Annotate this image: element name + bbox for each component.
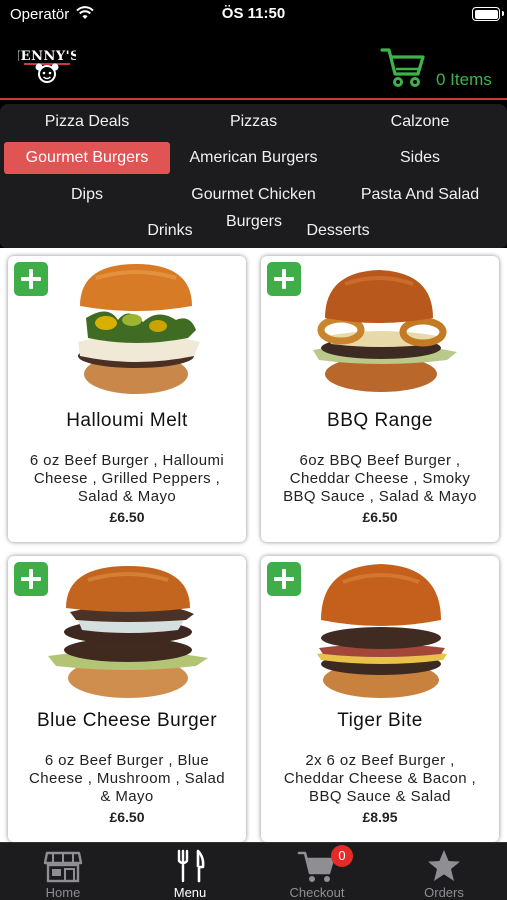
category-american-burgers[interactable]: American Burgers [175, 142, 332, 174]
product-card[interactable]: BBQ Range 6oz BBQ Beef Burger , Cheddar … [261, 256, 499, 542]
product-price: £8.95 [362, 809, 398, 825]
clock: ÖS 11:50 [221, 5, 286, 22]
category-gourmet-burgers[interactable]: Gourmet Burgers [4, 142, 170, 174]
tab-label: Orders [424, 885, 464, 900]
add-to-cart-button[interactable] [14, 562, 48, 596]
battery-icon [472, 7, 504, 21]
cart-item-count[interactable]: 0 Items [436, 70, 492, 90]
category-pizza-deals[interactable]: Pizza Deals [10, 106, 164, 138]
cart-icon[interactable] [380, 44, 426, 90]
product-price: £6.50 [362, 509, 398, 525]
app-header: JENNY'S 0 Items [0, 30, 507, 100]
product-card[interactable]: Halloumi Melt 6 oz Beef Burger , Halloum… [8, 256, 246, 542]
tab-bar: Home Menu 0 Checkout Orders [0, 842, 507, 900]
product-description: 6 oz Beef Burger , Halloumi Cheese , Gri… [29, 452, 225, 505]
product-description: 2x 6 oz Beef Burger , Cheddar Cheese & B… [283, 752, 477, 805]
tab-home[interactable]: Home [0, 843, 126, 900]
tab-label: Menu [173, 885, 207, 900]
category-pasta-and-salad[interactable]: Pasta And Salad [342, 179, 498, 211]
category-desserts[interactable]: Desserts [298, 215, 378, 247]
product-name: Halloumi Melt [66, 410, 188, 431]
add-to-cart-button[interactable] [267, 562, 301, 596]
tab-menu[interactable]: Menu [127, 843, 253, 900]
tab-orders[interactable]: Orders [381, 843, 507, 900]
product-name: Tiger Bite [337, 710, 423, 731]
category-pizzas[interactable]: Pizzas [175, 106, 332, 138]
category-menu: Pizza Deals Pizzas Calzone Gourmet Burge… [0, 104, 507, 248]
category-sides[interactable]: Sides [342, 142, 498, 174]
product-price: £6.50 [109, 509, 145, 525]
product-name: BBQ Range [327, 410, 433, 431]
product-grid: Halloumi Melt 6 oz Beef Burger , Halloum… [0, 248, 507, 842]
store-icon [43, 851, 83, 883]
product-description: 6oz BBQ Beef Burger , Cheddar Cheese , S… [283, 452, 477, 505]
category-dips[interactable]: Dips [10, 179, 164, 211]
tab-label: Home [45, 885, 81, 900]
status-bar: Operatör ÖS 11:50 [0, 0, 507, 30]
product-card[interactable]: Tiger Bite 2x 6 oz Beef Burger , Cheddar… [261, 556, 499, 842]
product-card[interactable]: Blue Cheese Burger 6 oz Beef Burger , Bl… [8, 556, 246, 842]
category-drinks[interactable]: Drinks [132, 215, 208, 247]
product-description: 6 oz Beef Burger , Blue Cheese , Mushroo… [29, 752, 225, 805]
product-name: Blue Cheese Burger [36, 710, 218, 731]
svg-text:JENNY'S: JENNY'S [18, 49, 76, 64]
category-burgers[interactable]: Burgers [216, 206, 292, 238]
jennys-logo[interactable]: JENNY'S [18, 46, 76, 86]
checkout-badge: 0 [331, 845, 353, 867]
add-to-cart-button[interactable] [267, 262, 301, 296]
product-price: £6.50 [109, 809, 145, 825]
category-calzone[interactable]: Calzone [342, 106, 498, 138]
add-to-cart-button[interactable] [14, 262, 48, 296]
fork-knife-icon [177, 849, 205, 883]
tab-label: Checkout [289, 885, 345, 900]
star-icon [428, 850, 460, 881]
tab-checkout[interactable]: 0 Checkout [254, 843, 380, 900]
